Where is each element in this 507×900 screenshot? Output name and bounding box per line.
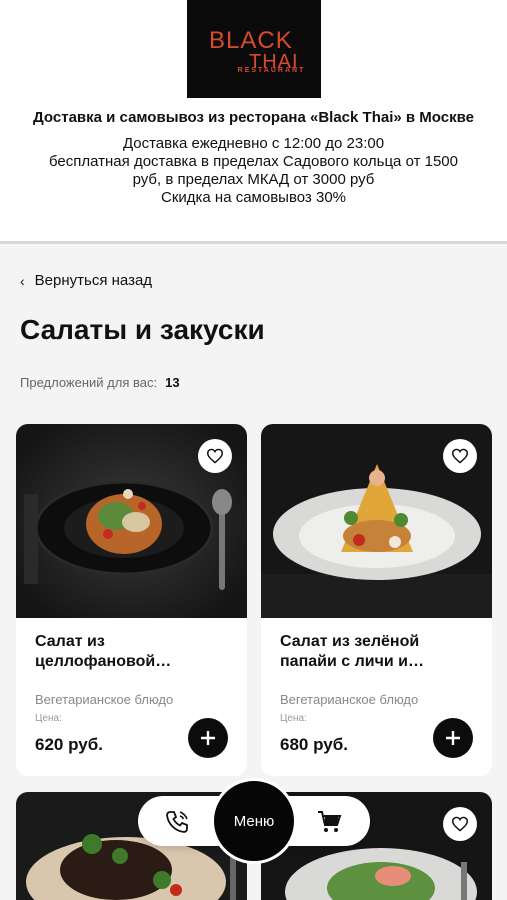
delivery-info-line: Доставка ежедневно с 12:00 до 23:00 <box>122 135 385 152</box>
delivery-title: Доставка и самовывоз из ресторана «Black… <box>33 109 474 126</box>
back-link[interactable]: ‹ Вернуться назад <box>20 272 152 289</box>
product-category: Вегетарианское блюдо <box>35 692 174 707</box>
logo-line1: BLACK <box>209 27 293 54</box>
page-title: Салаты и закуски <box>20 314 265 345</box>
favorite-button[interactable] <box>198 439 232 473</box>
logo-wordmark: BLACK THAI <box>209 27 298 73</box>
favorite-button[interactable] <box>443 439 477 473</box>
product-name[interactable]: Салат из зелёной папайи с личи и… <box>280 632 480 672</box>
favorite-button[interactable] <box>443 807 477 841</box>
delivery-info-line: Скидка на самовывоз 30% <box>160 189 346 206</box>
delivery-info: Доставка ежедневно с 12:00 до 23:00 бесп… <box>30 135 477 207</box>
phone-icon[interactable] <box>164 809 190 835</box>
cart-icon[interactable] <box>316 809 342 835</box>
plus-icon <box>201 731 215 745</box>
product-price: 620 руб. <box>35 735 103 754</box>
offers-number: 13 <box>165 375 180 390</box>
plus-icon <box>446 731 460 745</box>
logo-subtitle: RESTAURANT <box>237 67 306 74</box>
offers-count: Предложений для вас: 13 <box>20 375 180 390</box>
heart-icon <box>206 448 224 464</box>
add-to-cart-button[interactable] <box>188 718 228 758</box>
menu-button[interactable]: Меню <box>211 778 297 864</box>
product-price: 680 руб. <box>280 735 348 754</box>
delivery-info-line: руб, в пределах МКАД от 3000 руб <box>132 171 375 188</box>
delivery-info-line: бесплатная доставка в пределах Садового … <box>49 153 458 170</box>
product-category: Вегетарианское блюдо <box>280 692 419 707</box>
logo[interactable]: BLACK THAI RESTAURANT <box>186 0 321 98</box>
product-card[interactable]: Салат из зелёной папайи с личи и… Вегета… <box>261 424 492 776</box>
price-label: Цена: <box>280 713 307 724</box>
product-name[interactable]: Салат из целлофановой… <box>35 632 235 672</box>
back-link-label: Вернуться назад <box>34 272 153 289</box>
add-to-cart-button[interactable] <box>433 718 473 758</box>
product-card[interactable]: Салат из целлофановой… Вегетарианское бл… <box>16 424 247 776</box>
heart-icon <box>451 816 469 832</box>
heart-icon <box>451 448 469 464</box>
chevron-left-icon: ‹ <box>20 272 25 289</box>
price-label: Цена: <box>35 713 62 724</box>
offers-label: Предложений для вас: <box>20 375 158 390</box>
site-header: BLACK THAI RESTAURANT Доставка и самовыв… <box>0 0 507 244</box>
